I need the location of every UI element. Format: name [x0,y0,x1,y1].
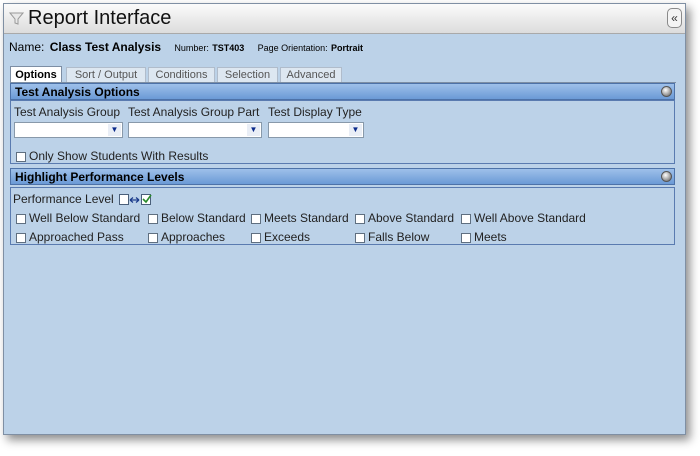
test-display-type-label: Test Display Type [268,105,362,119]
test-analysis-options-header[interactable]: Test Analysis Options [10,83,675,100]
checkbox-meets[interactable] [461,233,471,243]
label-meets-standard: Meets Standard [264,211,349,225]
label-meets: Meets [474,230,507,244]
chevron-down-icon[interactable]: ▼ [108,124,121,136]
label-exceeds: Exceeds [264,230,311,244]
report-name: Class Test Analysis [49,40,162,54]
only-show-students-checkbox[interactable] [16,152,26,162]
tab-selection[interactable]: Selection [217,67,278,82]
test-display-type-select[interactable]: ▼ [268,122,364,138]
checkbox-well-below-standard[interactable] [16,214,26,224]
orientation-label: Page Orientation: [257,43,328,53]
test-analysis-group-select[interactable]: ▼ [14,122,123,138]
toggle-circle-icon[interactable] [661,86,672,97]
test-analysis-group-part-select[interactable]: ▼ [128,122,262,138]
tab-advanced[interactable]: Advanced [280,67,342,82]
swap-levels-icon[interactable] [119,193,159,211]
checkbox-exceeds[interactable] [251,233,261,243]
number-label: Number: [174,43,209,53]
checkbox-approaches[interactable] [148,233,158,243]
label-falls-below: Falls Below [368,230,430,244]
checkbox-below-standard[interactable] [148,214,158,224]
checkbox-meets-standard[interactable] [251,214,261,224]
checkbox-falls-below[interactable] [355,233,365,243]
label-well-above-standard: Well Above Standard [474,211,586,225]
test-analysis-group-label: Test Analysis Group [14,105,121,119]
label-below-standard: Below Standard [161,211,246,225]
window-title: Report Interface [28,7,172,29]
label-approached-pass: Approached Pass [29,230,124,244]
checkbox-above-standard[interactable] [355,214,365,224]
test-analysis-group-part-label: Test Analysis Group Part [128,105,260,119]
checkbox-well-above-standard[interactable] [461,214,471,224]
report-window: Report Interface « Name: Class Test Anal… [3,3,686,435]
tab-options[interactable]: Options [10,66,62,83]
label-approaches: Approaches [161,230,226,244]
chevron-down-icon[interactable]: ▼ [247,124,260,136]
label-well-below-standard: Well Below Standard [29,211,141,225]
tab-sort-output[interactable]: Sort / Output [66,67,146,82]
chevron-down-icon[interactable]: ▼ [349,124,362,136]
filter-funnel-icon [8,11,25,31]
only-show-students-label: Only Show Students With Results [29,149,209,163]
test-analysis-options-body: Test Analysis Group Test Analysis Group … [10,100,675,164]
page-orientation: Portrait [331,43,364,53]
highlight-performance-levels-title: Highlight Performance Levels [15,170,185,184]
label-above-standard: Above Standard [368,211,455,225]
checkbox-approached-pass[interactable] [16,233,26,243]
tab-conditions[interactable]: Conditions [148,67,215,82]
title-bar: Report Interface « [4,4,685,34]
name-label: Name: [9,40,45,54]
performance-level-label: Performance Level [13,192,114,206]
toggle-circle-icon[interactable] [661,171,672,182]
highlight-performance-levels-body: Performance Level Well Below Standard Be… [10,187,675,245]
highlight-performance-levels-header[interactable]: Highlight Performance Levels [10,168,675,185]
collapse-button[interactable]: « [667,8,682,28]
report-info: Name: Class Test Analysis Number: TST403… [9,40,363,54]
test-analysis-options-title: Test Analysis Options [15,85,140,99]
report-number: TST403 [212,43,245,53]
